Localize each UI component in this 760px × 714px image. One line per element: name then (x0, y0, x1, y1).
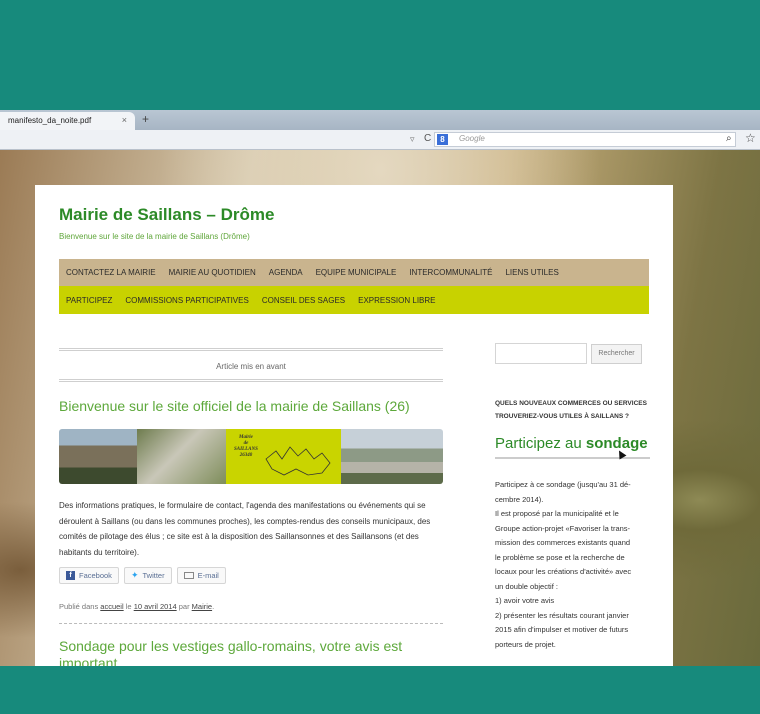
category-link[interactable]: accueil (100, 602, 123, 611)
secondary-menu: PARTICIPEZ COMMISSIONS PARTICIPATIVES CO… (59, 286, 649, 314)
share-buttons: f Facebook ✦ Twitter E-mail (59, 567, 226, 584)
sidebar-search-input[interactable] (495, 343, 587, 364)
menu-item-intercommunalite[interactable]: INTERCOMMUNALITÉ (409, 268, 492, 277)
post-divider (59, 623, 443, 624)
menu-item-expression[interactable]: EXPRESSION LIBRE (358, 296, 435, 305)
share-email-button[interactable]: E-mail (176, 567, 226, 584)
new-tab-icon[interactable]: + (142, 112, 149, 126)
sidebar-search-button[interactable]: Rechercher (591, 344, 642, 364)
facebook-icon: f (66, 571, 75, 580)
menu-item-commissions[interactable]: COMMISSIONS PARTICIPATIVES (125, 296, 248, 305)
banner-logo-text: Mairie de SAILLANS 26340 (234, 435, 258, 458)
featured-label: Article mis en avant (59, 348, 443, 382)
google-icon: 8 (437, 134, 448, 145)
browser-tab-bar: manifesto_da_noite.pdf × + (0, 110, 760, 130)
menu-item-agenda[interactable]: AGENDA (269, 268, 303, 277)
menu-item-conseil[interactable]: CONSEIL DES SAGES (262, 296, 345, 305)
share-twitter-button[interactable]: ✦ Twitter (123, 567, 172, 584)
menu-item-liens[interactable]: LIENS UTILES (505, 268, 558, 277)
search-placeholder: Google (459, 134, 485, 143)
menu-item-participez[interactable]: PARTICIPEZ (66, 296, 112, 305)
post-meta: Publié dans accueil le 10 avril 2014 par… (59, 602, 215, 611)
post-title[interactable]: Bienvenue sur le site officiel de la mai… (59, 398, 410, 414)
browser-search-input[interactable]: 8 Google (434, 132, 736, 147)
dropdown-arrow-icon[interactable]: ▿ (410, 134, 415, 145)
primary-menu: CONTACTEZ LA MAIRIE MAIRIE AU QUOTIDIEN … (59, 259, 649, 286)
banner-photo-village (137, 429, 226, 484)
menu-item-quotidien[interactable]: MAIRIE AU QUOTIDIEN (169, 268, 256, 277)
post-body: Des informations pratiques, le formulair… (59, 501, 431, 557)
twitter-icon: ✦ (130, 570, 139, 580)
menu-item-contact[interactable]: CONTACTEZ LA MAIRIE (66, 268, 156, 277)
banner-photo-town (341, 429, 443, 484)
share-facebook-button[interactable]: f Facebook (59, 567, 119, 584)
tab-title: manifesto_da_noite.pdf (8, 116, 92, 125)
sidebar-text: Participez à ce sondage (jusqu'au 31 dé-… (495, 480, 632, 649)
date-link[interactable]: 10 avril 2014 (134, 602, 177, 611)
post-title-2[interactable]: Sondage pour les vestiges gallo-romains,… (59, 638, 449, 666)
bookmark-star-icon[interactable]: ☆ (745, 131, 756, 145)
site-description: Bienvenue sur le site de la mairie de Sa… (59, 232, 250, 241)
author-link[interactable]: Mairie (192, 602, 212, 611)
site-page: Mairie de Saillans – Drôme Bienvenue sur… (35, 185, 673, 666)
sidebar-heading: QUELS NOUVEAUX COMMERCES OU SERVICES TRO… (495, 400, 647, 420)
banner-photo-mountain (59, 429, 137, 484)
reload-icon[interactable]: C (424, 133, 431, 144)
email-icon (183, 572, 194, 579)
screen-photo: manifesto_da_noite.pdf × + ▿ C 8 Google … (0, 110, 760, 666)
banner-logo-panel: Mairie de SAILLANS 26340 (226, 429, 341, 484)
site-title[interactable]: Mairie de Saillans – Drôme (59, 205, 274, 225)
search-icon[interactable]: ⌕ (726, 133, 732, 144)
browser-nav-bar: ▿ C 8 Google ⌕ ☆ (0, 130, 760, 150)
tab-close-icon[interactable]: × (122, 115, 127, 125)
post-banner-image: Mairie de SAILLANS 26340 (59, 429, 443, 484)
sondage-banner-link[interactable]: Participez au sondage (495, 435, 650, 459)
menu-item-equipe[interactable]: EQUIPE MUNICIPALE (316, 268, 397, 277)
browser-tab[interactable]: manifesto_da_noite.pdf × (0, 112, 135, 130)
